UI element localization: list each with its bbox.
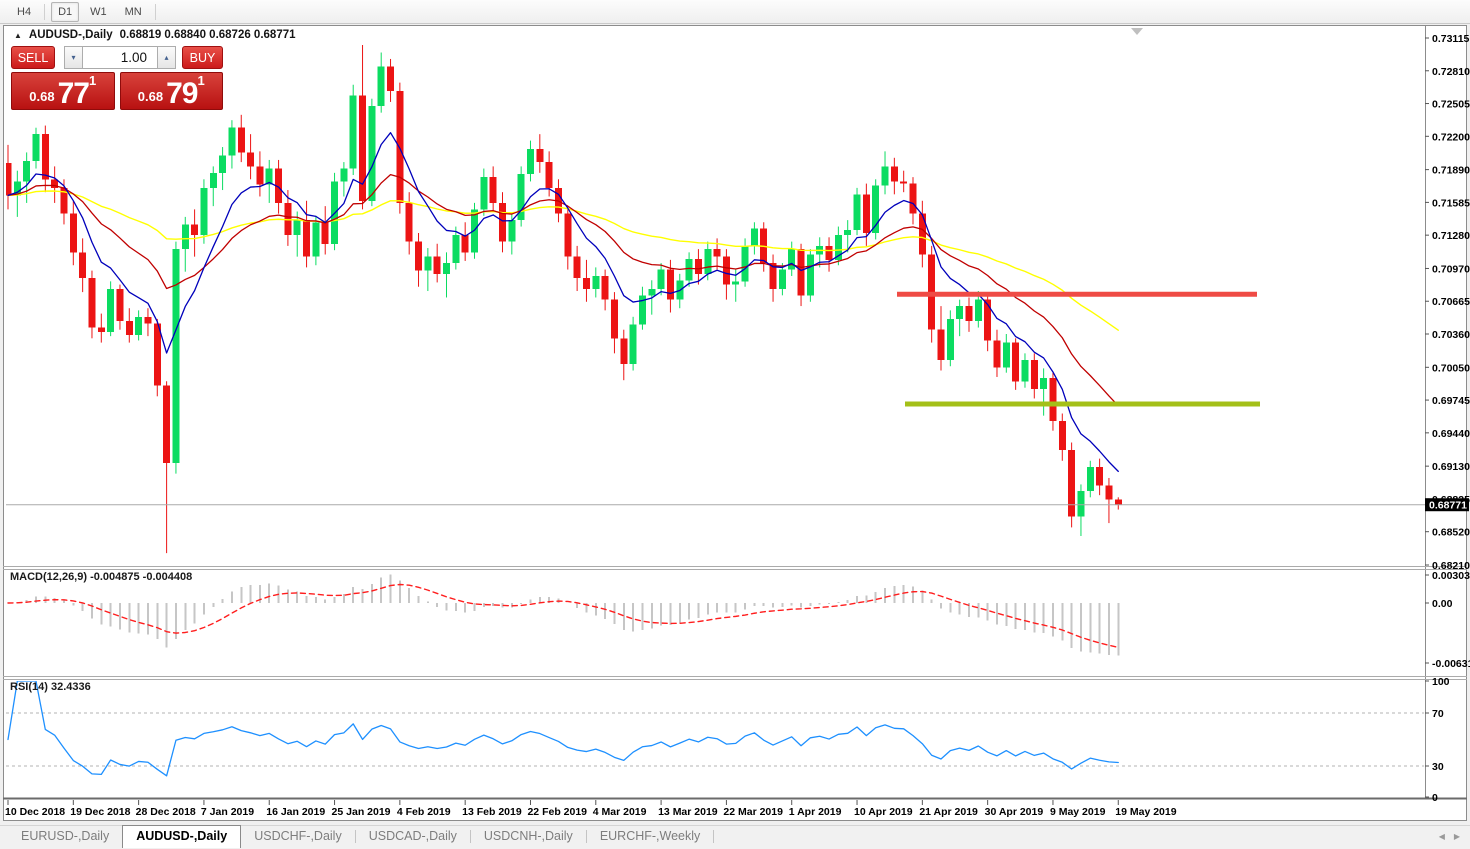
symbol-marker-icon: ▲ (14, 31, 22, 40)
buy-price-sup: 1 (197, 73, 204, 88)
svg-text:0.003035: 0.003035 (1432, 570, 1470, 582)
svg-text:0.69440: 0.69440 (1432, 428, 1470, 440)
svg-text:0.70360: 0.70360 (1432, 329, 1470, 341)
svg-text:19 Dec 2018: 19 Dec 2018 (70, 806, 130, 818)
svg-text:0.71280: 0.71280 (1432, 230, 1470, 242)
macd-indicator-label: MACD(12,26,9) -0.004875 -0.004408 (10, 571, 192, 583)
buy-price-big: 79 (166, 81, 197, 106)
svg-text:0.70665: 0.70665 (1432, 296, 1470, 308)
sell-button[interactable]: SELL (11, 46, 55, 69)
svg-text:0.00: 0.00 (1432, 598, 1453, 610)
volume-input[interactable] (83, 46, 157, 69)
svg-text:0.68520: 0.68520 (1432, 527, 1470, 539)
sell-price-big: 77 (58, 81, 89, 106)
chart-tab-usdcnh[interactable]: USDCNH-,Daily (471, 826, 586, 847)
trade-controls-row: SELL ▾ ▴ BUY (11, 46, 223, 69)
buy-price-small: 0.68 (138, 89, 163, 104)
chart-tab-eurusd[interactable]: EURUSD-,Daily (8, 826, 122, 847)
svg-text:13 Feb 2019: 13 Feb 2019 (462, 806, 522, 818)
chart-tab-usdcad[interactable]: USDCAD-,Daily (356, 826, 470, 847)
svg-text:22 Feb 2019: 22 Feb 2019 (527, 806, 587, 818)
svg-text:0.72505: 0.72505 (1432, 99, 1470, 111)
svg-text:0.71890: 0.71890 (1432, 165, 1470, 177)
mt4-window: H4D1W1MN 0.731150.728100.725050.722000.7… (0, 0, 1470, 849)
chart-title-symbol: AUDUSD-,Daily (29, 29, 113, 41)
volume-decrease-button[interactable]: ▾ (64, 46, 83, 69)
svg-text:10 Apr 2019: 10 Apr 2019 (854, 806, 913, 818)
svg-text:10 Dec 2018: 10 Dec 2018 (5, 806, 65, 818)
chart-tab-usdchf[interactable]: USDCHF-,Daily (241, 826, 355, 847)
buy-price-box[interactable]: 0.68 79 1 (120, 72, 224, 110)
buy-button[interactable]: BUY (182, 46, 223, 69)
svg-text:21 Apr 2019: 21 Apr 2019 (919, 806, 978, 818)
svg-text:1 Apr 2019: 1 Apr 2019 (789, 806, 842, 818)
svg-text:0.72810: 0.72810 (1432, 66, 1470, 78)
tab-separator (713, 830, 714, 843)
svg-text:0.69130: 0.69130 (1432, 461, 1470, 473)
chart-title-quotes: 0.68819 0.68840 0.68726 0.68771 (120, 29, 296, 41)
svg-text:70: 70 (1432, 708, 1444, 720)
svg-text:30 Apr 2019: 30 Apr 2019 (985, 806, 1044, 818)
svg-text:-0.006311: -0.006311 (1432, 658, 1470, 670)
volume-stepper: ▾ ▴ (64, 46, 176, 69)
svg-text:28 Dec 2018: 28 Dec 2018 (136, 806, 196, 818)
svg-text:0.72200: 0.72200 (1432, 131, 1470, 143)
tabs-scroll-controls: ◀ ▶ (1439, 832, 1460, 841)
one-click-trading-panel: SELL ▾ ▴ BUY 0.68 77 1 0.68 79 1 (11, 46, 223, 110)
price-chart-canvas[interactable]: 0.73115 0.72810 0.72505 0.72200 0.71890 0.715… (0, 0, 1470, 849)
volume-increase-button[interactable]: ▴ (157, 46, 176, 69)
rsi-indicator-label: RSI(14) 32.4336 (10, 681, 91, 693)
tabs-scroll-right-icon[interactable]: ▶ (1454, 832, 1460, 841)
svg-text:9 May 2019: 9 May 2019 (1050, 806, 1106, 818)
svg-text:22 Mar 2019: 22 Mar 2019 (723, 806, 783, 818)
svg-text:4 Mar 2019: 4 Mar 2019 (593, 806, 647, 818)
svg-text:0.68771: 0.68771 (1429, 500, 1467, 512)
sell-price-box[interactable]: 0.68 77 1 (11, 72, 115, 110)
chart-tab-eurchf[interactable]: EURCHF-,Weekly (587, 826, 713, 847)
chart-tab-audusd[interactable]: AUDUSD-,Daily (122, 825, 241, 848)
chart-tabs-bar: EURUSD-,DailyAUDUSD-,DailyUSDCHF-,DailyU… (0, 825, 1470, 849)
current-price-tag: 0.68771 (1425, 498, 1469, 512)
svg-text:25 Jan 2019: 25 Jan 2019 (332, 806, 391, 818)
sell-price-sup: 1 (89, 73, 96, 88)
trade-prices-row: 0.68 77 1 0.68 79 1 (11, 72, 223, 110)
svg-text:30: 30 (1432, 761, 1444, 773)
tabs-scroll-left-icon[interactable]: ◀ (1439, 832, 1445, 841)
svg-text:4 Feb 2019: 4 Feb 2019 (397, 806, 451, 818)
sell-price-small: 0.68 (29, 89, 54, 104)
svg-text:100: 100 (1432, 676, 1450, 688)
svg-text:0: 0 (1432, 792, 1438, 804)
svg-text:0.70050: 0.70050 (1432, 362, 1470, 374)
svg-text:0.73115: 0.73115 (1432, 33, 1470, 45)
svg-text:13 Mar 2019: 13 Mar 2019 (658, 806, 718, 818)
svg-text:16 Jan 2019: 16 Jan 2019 (266, 806, 325, 818)
svg-text:19 May 2019: 19 May 2019 (1115, 806, 1176, 818)
chart-title: ▲ AUDUSD-,Daily 0.68819 0.68840 0.68726 … (14, 29, 296, 41)
svg-text:7 Jan 2019: 7 Jan 2019 (201, 806, 254, 818)
svg-text:0.70970: 0.70970 (1432, 263, 1470, 275)
svg-text:0.69745: 0.69745 (1432, 395, 1470, 407)
svg-text:0.71585: 0.71585 (1432, 197, 1470, 209)
